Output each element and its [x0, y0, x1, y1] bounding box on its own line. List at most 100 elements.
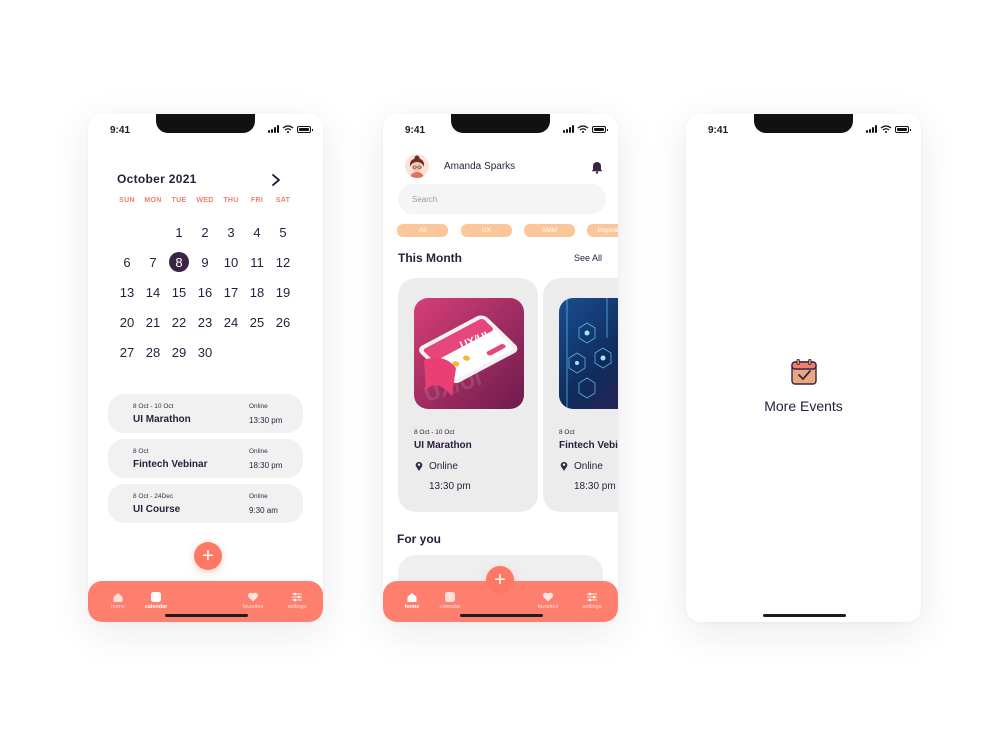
calendar-day[interactable]: 3	[218, 217, 244, 247]
calendar-day[interactable]: 4	[244, 217, 270, 247]
calendar-day-number: 22	[171, 314, 187, 330]
calendar-day[interactable]: 25	[244, 307, 270, 337]
calendar-day-number: 19	[275, 284, 291, 300]
calendar-day[interactable]: 27	[114, 337, 140, 367]
calendar-day-number: 3	[227, 224, 235, 240]
calendar-day-number: 25	[249, 314, 265, 330]
add-event-button[interactable]: +	[486, 566, 514, 594]
event-location: Online	[574, 461, 603, 472]
tab-settings[interactable]: settings	[572, 591, 612, 610]
search-input[interactable]	[398, 184, 606, 214]
event-time: 13:30 pm	[249, 416, 283, 425]
tab-label: settings	[582, 604, 602, 610]
heart-icon	[248, 592, 258, 602]
calendar-day-number: 24	[223, 314, 239, 330]
this-month-title: This Month	[398, 251, 462, 265]
see-all-link[interactable]: See All	[574, 253, 602, 263]
weekday-label: SAT	[275, 197, 291, 204]
user-avatar-icon	[405, 154, 429, 178]
calendar-day[interactable]: 5	[270, 217, 296, 247]
event-location: Online	[249, 493, 268, 500]
calendar-check-icon	[791, 359, 817, 385]
calendar-grid: 1 2 3 4 5 6 7 8 9 10 11 12 13 14 15 16 17 18 19 20 21 22 23 24 2…	[114, 217, 296, 367]
tab-favorites[interactable]: favorites	[233, 591, 273, 610]
more-events-title: More Events	[764, 398, 843, 414]
calendar-day[interactable]: 22	[166, 307, 192, 337]
event-card-ui-course[interactable]: 8 Oct - 24Dec UI Course Online 9:30 am	[108, 484, 303, 523]
calendar-day-number: 1	[175, 224, 183, 240]
calendar-day[interactable]: 19	[270, 277, 296, 307]
calendar-day[interactable]: 12	[270, 247, 296, 277]
tab-label: calendar	[144, 604, 168, 610]
calendar-day[interactable]: 15	[166, 277, 192, 307]
event-card-fintech-vebinar[interactable]: 8 Oct Fintech Vebinar Online 18:30 pm	[543, 278, 618, 512]
calendar-day[interactable]: 24	[218, 307, 244, 337]
weekday-label: SUN	[119, 197, 135, 204]
calendar-day[interactable]: 11	[244, 247, 270, 277]
tab-label: home	[111, 604, 125, 610]
tab-label: settings	[287, 604, 307, 610]
weekday-label: TUE	[171, 197, 187, 204]
calendar-day[interactable]: 18	[244, 277, 270, 307]
calendar-day[interactable]: 26	[270, 307, 296, 337]
calendar-day[interactable]: 21	[140, 307, 166, 337]
tab-home[interactable]: home	[392, 591, 432, 610]
calendar-day-number: 15	[171, 284, 187, 300]
calendar-day[interactable]: 23	[192, 307, 218, 337]
tab-favorites[interactable]: favorites	[528, 591, 568, 610]
status-icons	[563, 125, 608, 133]
location-pin-icon	[415, 461, 423, 471]
event-dates: 8 Oct	[133, 448, 149, 455]
event-dates: 8 Oct - 10 Oct	[133, 403, 174, 410]
calendar-day-number: 6	[123, 254, 131, 270]
home-icon	[113, 593, 123, 602]
user-name: Amanda Sparks	[444, 161, 516, 172]
wifi-icon	[880, 125, 892, 133]
bell-icon[interactable]	[591, 160, 603, 174]
calendar-day[interactable]: 2	[192, 217, 218, 247]
weekday-label: MON	[144, 197, 162, 204]
home-indicator	[460, 614, 543, 617]
add-event-button[interactable]: +	[194, 542, 222, 570]
home-icon	[407, 593, 417, 602]
heart-icon	[543, 592, 553, 602]
status-bar: 9:41	[686, 114, 921, 144]
calendar-day[interactable]: 13	[114, 277, 140, 307]
chevron-right-icon[interactable]	[269, 172, 283, 188]
chip-all[interactable]: All	[397, 224, 448, 237]
calendar-day[interactable]: 10	[218, 247, 244, 277]
battery-icon	[895, 126, 911, 133]
wifi-icon	[282, 125, 294, 133]
tab-settings[interactable]: settings	[277, 591, 317, 610]
calendar-day-number: 29	[171, 344, 187, 360]
tab-calendar[interactable]: calendar	[136, 591, 176, 610]
event-card-ui-marathon[interactable]: UX/UI UX/UI 8 Oct - 10 Oct UI Marathon O…	[398, 278, 538, 512]
tab-calendar[interactable]: calendar	[430, 591, 470, 610]
calendar-day[interactable]: 30	[192, 337, 218, 367]
avatar[interactable]	[405, 154, 429, 178]
calendar-day[interactable]: 9	[192, 247, 218, 277]
calendar-day[interactable]: 7	[140, 247, 166, 277]
event-card-fintech-vebinar[interactable]: 8 Oct Fintech Vebinar Online 18:30 pm	[108, 439, 303, 478]
calendar-empty-cell	[270, 337, 296, 367]
battery-icon	[297, 126, 313, 133]
chip-smm[interactable]: SMM	[524, 224, 575, 237]
tab-home[interactable]: home	[98, 591, 138, 610]
calendar-day-selected[interactable]: 8	[166, 247, 192, 277]
calendar-day[interactable]: 29	[166, 337, 192, 367]
calendar-day[interactable]: 28	[140, 337, 166, 367]
calendar-day[interactable]: 1	[166, 217, 192, 247]
calendar-day[interactable]: 6	[114, 247, 140, 277]
event-title: UI Course	[133, 504, 181, 515]
chip-inspiration[interactable]: Inspiration	[587, 224, 618, 237]
calendar-day[interactable]: 14	[140, 277, 166, 307]
calendar-day[interactable]: 16	[192, 277, 218, 307]
calendar-day[interactable]: 20	[114, 307, 140, 337]
notch	[156, 114, 255, 133]
chip-ux[interactable]: UX	[461, 224, 512, 237]
signal-icon	[866, 125, 877, 133]
event-card-ui-marathon[interactable]: 8 Oct - 10 Oct UI Marathon Online 13:30 …	[108, 394, 303, 433]
calendar-empty-cell	[218, 337, 244, 367]
calendar-day[interactable]: 17	[218, 277, 244, 307]
calendar-day-number: 12	[275, 254, 291, 270]
